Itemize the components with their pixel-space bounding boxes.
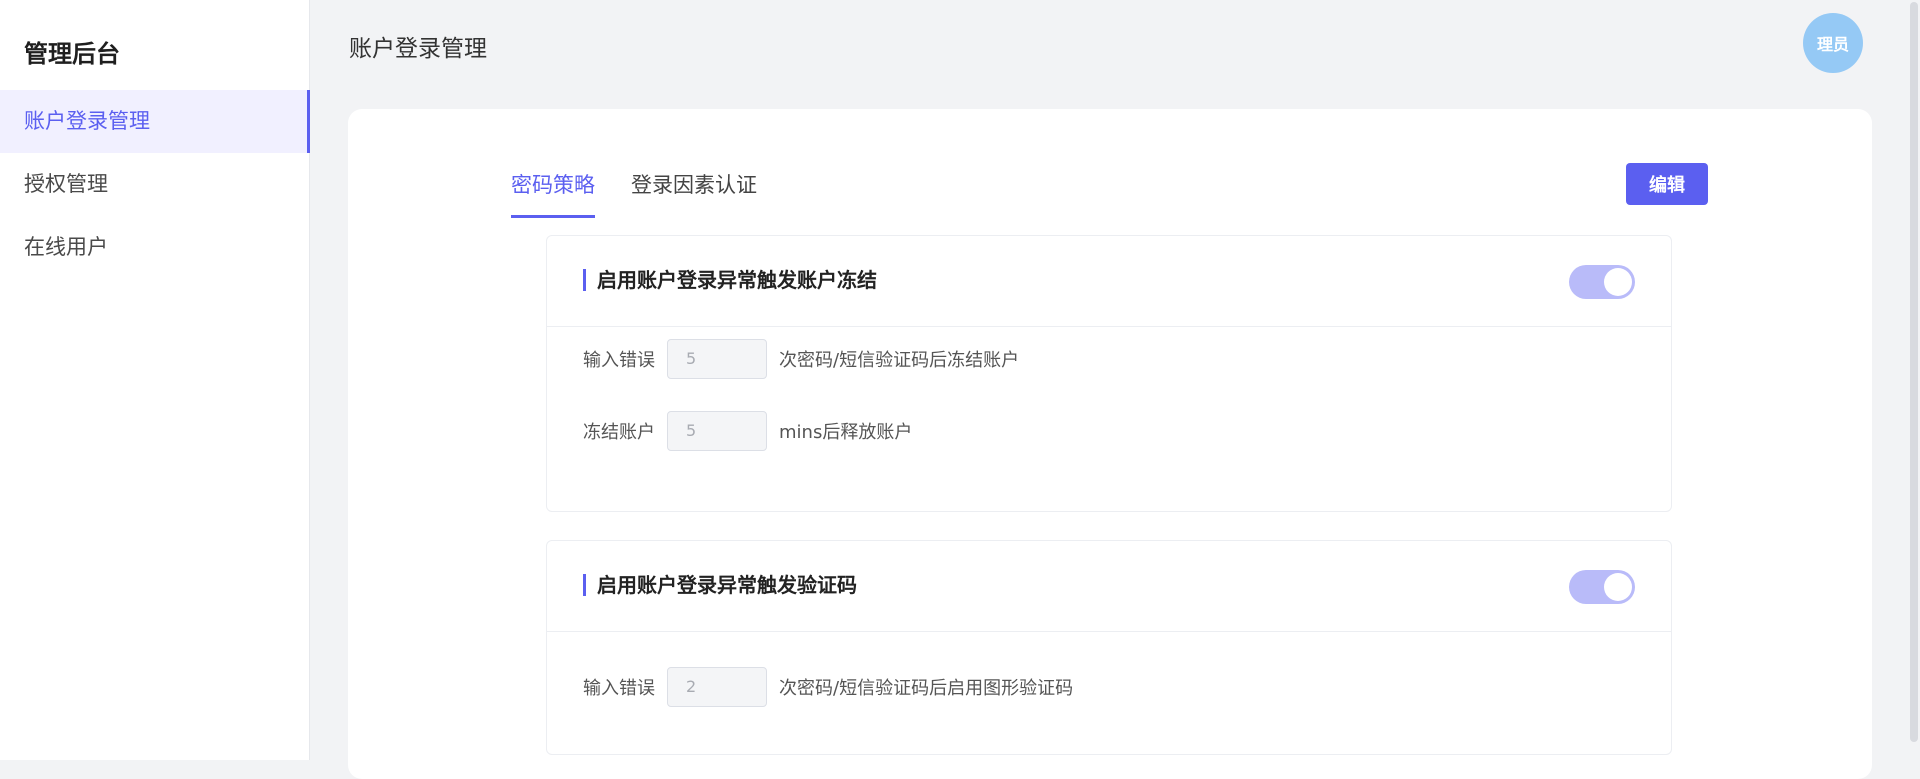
row-prefix: 输入错误 [583,350,655,371]
brand-title: 管理后台 [24,40,120,68]
page-title: 账户登录管理 [349,36,487,62]
content-card: 密码策略 登录因素认证 编辑 启用账户登录异常触发账户冻结 输入错误 5 次密码… [348,109,1872,779]
section-captcha-trigger: 启用账户登录异常触发验证码 输入错误 2 次密码/短信验证码后启用图形验证码 [546,540,1672,755]
error-count-input[interactable]: 5 [667,339,767,379]
freeze-toggle[interactable] [1569,265,1635,299]
captcha-error-row: 输入错误 2 次密码/短信验证码后启用图形验证码 [583,667,1073,707]
error-count-row: 输入错误 5 次密码/短信验证码后冻结账户 [583,339,1019,379]
scrollbar-track[interactable] [1906,0,1920,760]
avatar[interactable]: 理员 [1803,13,1863,73]
sidebar-menu: 账户登录管理 授权管理 在线用户 [0,90,310,279]
row-suffix: mins后释放账户 [779,422,913,443]
sidebar: 管理后台 账户登录管理 授权管理 在线用户 [0,0,310,760]
row-suffix: 次密码/短信验证码后冻结账户 [779,350,1020,371]
sidebar-item-authorization[interactable]: 授权管理 [0,153,310,216]
row-suffix: 次密码/短信验证码后启用图形验证码 [779,678,1074,699]
main-area: 账户登录管理 理员 密码策略 登录因素认证 编辑 启用账户登录异常触发账户冻结 … [310,0,1920,779]
tab-password-policy[interactable]: 密码策略 [511,169,595,218]
section-title: 启用账户登录异常触发账户冻结 [583,269,877,291]
row-prefix: 冻结账户 [583,422,655,443]
tab-bar: 密码策略 登录因素认证 [511,169,793,218]
section-header: 启用账户登录异常触发验证码 [547,541,1671,632]
scrollbar-thumb[interactable] [1910,2,1918,742]
row-prefix: 输入错误 [583,678,655,699]
sidebar-item-online-users[interactable]: 在线用户 [0,216,310,279]
edit-button[interactable]: 编辑 [1626,163,1708,205]
sidebar-item-account-login[interactable]: 账户登录管理 [0,90,310,153]
freeze-duration-input[interactable]: 5 [667,411,767,451]
freeze-duration-row: 冻结账户 5 mins后释放账户 [583,411,912,451]
section-account-freeze: 启用账户登录异常触发账户冻结 输入错误 5 次密码/短信验证码后冻结账户 冻结账… [546,235,1672,512]
section-header: 启用账户登录异常触发账户冻结 [547,236,1671,327]
toggle-knob [1604,573,1632,601]
section-title: 启用账户登录异常触发验证码 [583,574,857,596]
toggle-knob [1604,268,1632,296]
captcha-toggle[interactable] [1569,570,1635,604]
captcha-error-input[interactable]: 2 [667,667,767,707]
tab-login-factor-auth[interactable]: 登录因素认证 [631,169,757,218]
